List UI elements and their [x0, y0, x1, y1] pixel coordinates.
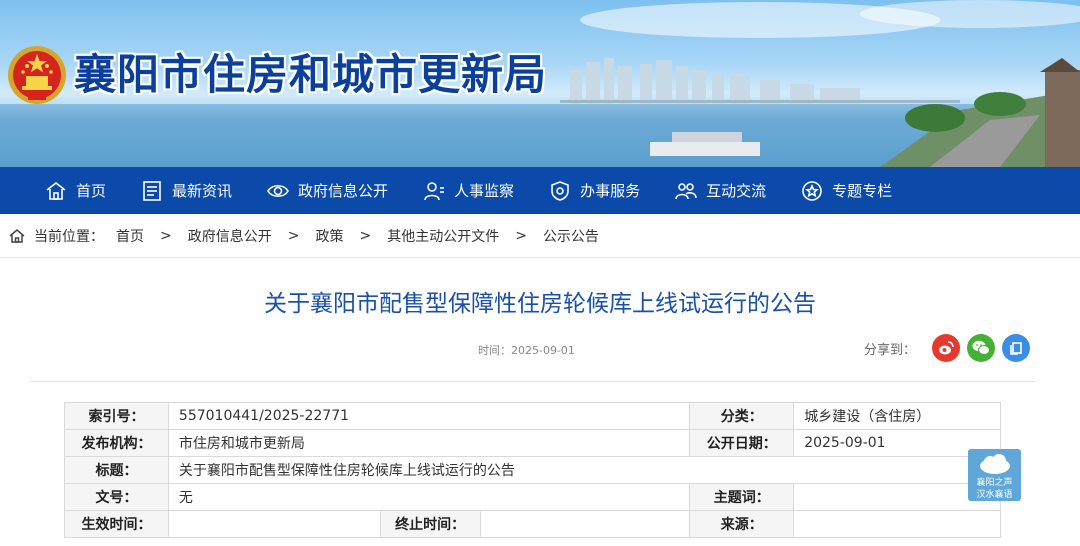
- breadcrumb-separator: >: [287, 227, 300, 244]
- title-value: 关于襄阳市配售型保障性住房轮候库上线试运行的公告: [167, 456, 1002, 484]
- weibo-share-button[interactable]: [932, 334, 961, 362]
- star-icon: [800, 179, 824, 203]
- copy-icon: [1010, 342, 1022, 355]
- wechat-share-button[interactable]: [967, 334, 996, 362]
- subject-key: 主题词：: [689, 483, 795, 511]
- source-key: 来源：: [689, 510, 795, 538]
- shield-icon: [548, 179, 572, 203]
- breadcrumb-separator: >: [359, 227, 372, 244]
- xiangyang-voice-badge[interactable]: 襄阳之声 汉水襄语: [968, 449, 1021, 501]
- breadcrumb-notice[interactable]: 公示公告: [543, 226, 599, 246]
- publish-time: 时间：2025-09-01: [478, 344, 575, 357]
- table-row: 索引号： 557010441/2025-22771 分类： 城乡建设（含住房）: [64, 402, 1001, 430]
- divider: [30, 381, 1035, 382]
- source-value: [793, 510, 1001, 538]
- nav-item-services[interactable]: 办事服务: [548, 167, 640, 214]
- document-info-table: 索引号： 557010441/2025-22771 分类： 城乡建设（含住房） …: [64, 402, 1002, 538]
- index-key: 索引号：: [64, 402, 169, 430]
- breadcrumb-other-docs[interactable]: 其他主动公开文件: [387, 226, 499, 246]
- table-row: 发布机构： 市住房和城市更新局 公开日期： 2025-09-01: [64, 429, 1001, 457]
- expire-key: 终止时间：: [379, 510, 481, 538]
- index-value: 557010441/2025-22771: [167, 402, 691, 430]
- docno-value: 无: [167, 483, 691, 511]
- chat-icon: [674, 179, 698, 203]
- news-icon: [140, 179, 164, 203]
- header-banner: 襄阳市住房和城市更新局: [0, 0, 1080, 167]
- nav-item-special[interactable]: 专题专栏: [800, 167, 892, 214]
- weibo-icon: [939, 341, 954, 355]
- nav-item-interaction[interactable]: 互动交流: [674, 167, 766, 214]
- site-title: 襄阳市住房和城市更新局: [74, 50, 548, 99]
- eye-icon: [266, 179, 290, 203]
- share-bar: 分享到：: [864, 334, 1037, 362]
- badge-line1: 襄阳之声: [976, 478, 1013, 488]
- nav-item-personnel[interactable]: 人事监察: [422, 167, 514, 214]
- wechat-icon: [972, 340, 991, 355]
- category-value: 城乡建设（含住房）: [793, 402, 1001, 430]
- expire-value: [479, 510, 691, 538]
- home-icon: [44, 179, 68, 203]
- person-icon: [422, 179, 446, 203]
- nav-item-news[interactable]: 最新资讯: [140, 167, 232, 214]
- nav-item-gov-info[interactable]: 政府信息公开: [266, 167, 388, 214]
- badge-line2: 汉水襄语: [976, 490, 1013, 500]
- copy-share-button[interactable]: [1002, 334, 1031, 362]
- main-nav: 首页 最新资讯 政府信息公开 人事监察 办事服务 互动交流 专题专栏: [0, 167, 1080, 214]
- nav-item-label: 专题专栏: [832, 182, 893, 200]
- breadcrumb-prefix: 当前位置：: [34, 228, 104, 245]
- nav-item-home[interactable]: 首页: [44, 167, 106, 214]
- article-meta: 时间：2025-09-01 分享到：: [0, 332, 1080, 376]
- nav-item-label: 人事监察: [454, 182, 515, 200]
- nav-item-label: 最新资讯: [172, 182, 233, 200]
- docno-key: 文号：: [64, 483, 169, 511]
- breadcrumb-separator: >: [160, 227, 172, 244]
- effective-key: 生效时间：: [64, 510, 169, 538]
- table-row: 标题： 关于襄阳市配售型保障性住房轮候库上线试运行的公告: [64, 456, 1002, 484]
- publisher-key: 发布机构：: [64, 429, 169, 457]
- table-row: 生效时间： 终止时间： 来源：: [64, 510, 1001, 538]
- publisher-value: 市住房和城市更新局: [167, 429, 691, 457]
- category-key: 分类：: [689, 402, 795, 430]
- title-key: 标题：: [64, 456, 169, 484]
- effective-value: [167, 510, 381, 538]
- breadcrumb-gov-info[interactable]: 政府信息公开: [188, 226, 272, 246]
- cloud-logo-icon: [979, 454, 1010, 474]
- date-key: 公开日期：: [689, 429, 795, 457]
- article-title: 关于襄阳市配售型保障性住房轮候库上线试运行的公告: [264, 291, 816, 317]
- nav-item-label: 首页: [76, 182, 107, 200]
- nav-item-label: 办事服务: [580, 182, 641, 200]
- breadcrumb-policy[interactable]: 政策: [315, 226, 343, 246]
- nav-item-label: 政府信息公开: [298, 182, 389, 200]
- share-label: 分享到：: [864, 342, 917, 358]
- breadcrumb-home[interactable]: 首页: [116, 226, 144, 246]
- national-emblem-icon: [8, 46, 66, 104]
- breadcrumb: 当前位置： 首页 > 政府信息公开 > 政策 > 其他主动公开文件 > 公示公告: [0, 214, 1080, 258]
- nav-item-label: 互动交流: [706, 182, 767, 200]
- breadcrumb-separator: >: [515, 227, 527, 244]
- home-icon: [8, 227, 26, 245]
- table-row: 文号： 无 主题词：: [64, 483, 1001, 511]
